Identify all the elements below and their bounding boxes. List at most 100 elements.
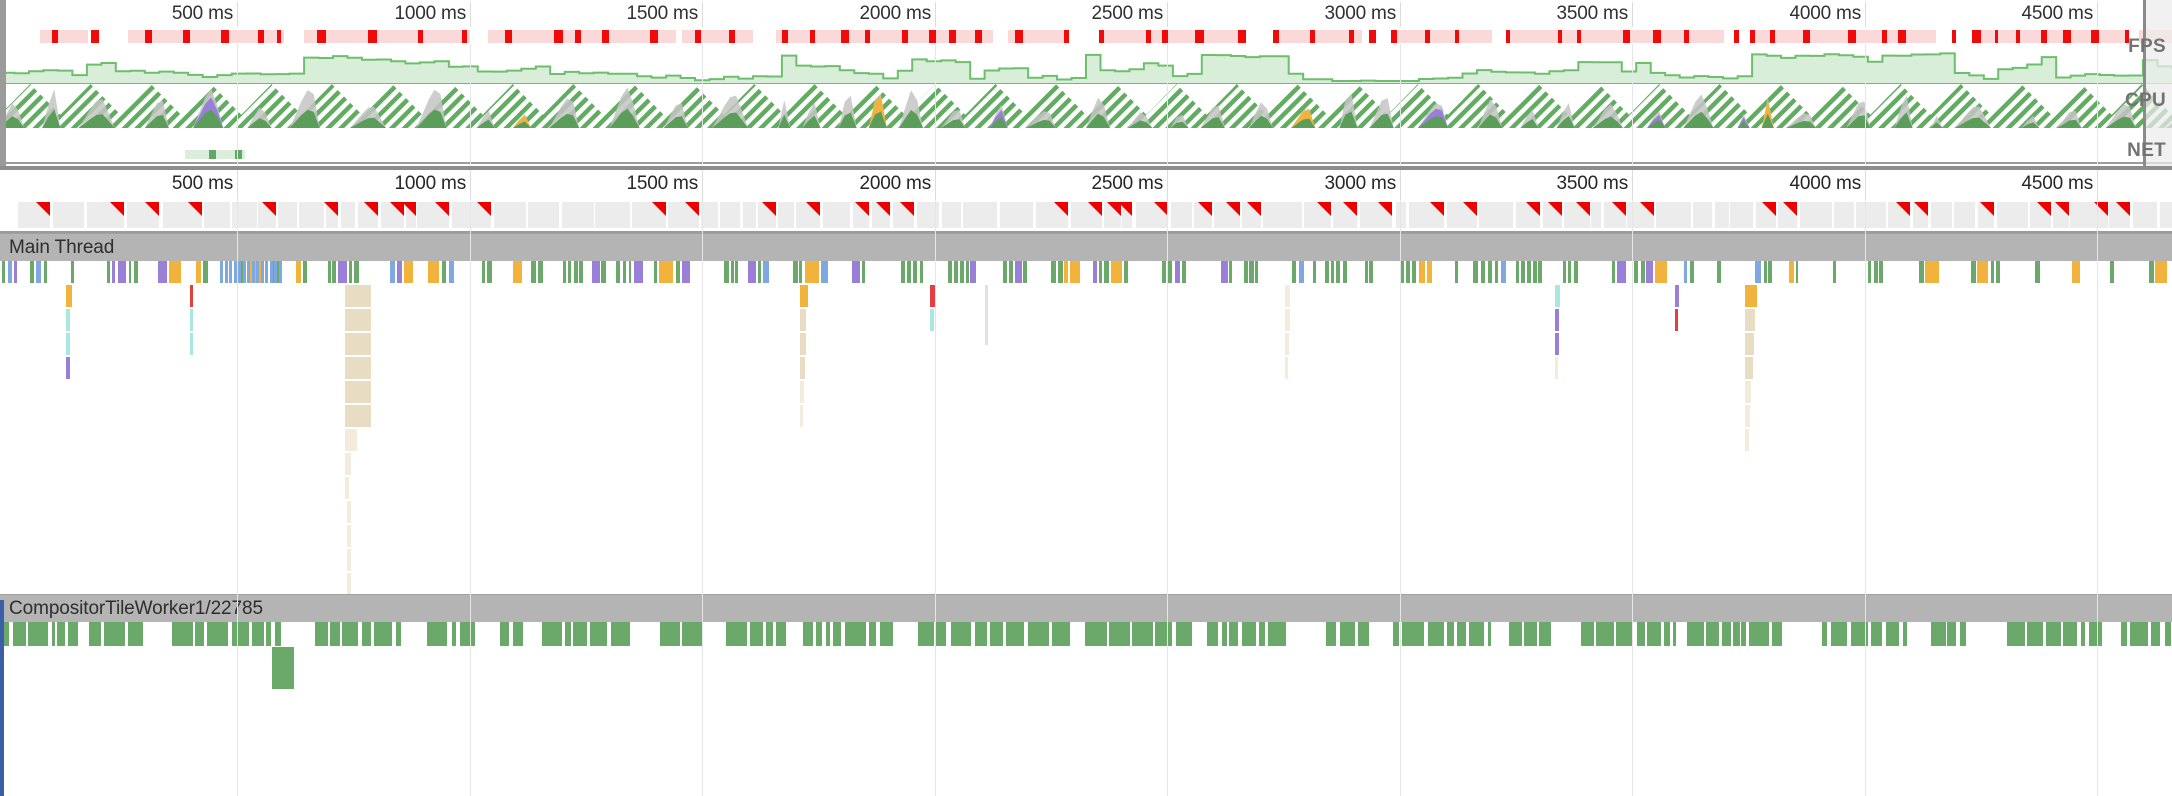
main-task[interactable] <box>1788 261 1794 283</box>
main-task[interactable] <box>169 261 181 283</box>
dropped-frame[interactable] <box>758 202 776 228</box>
main-task[interactable] <box>1527 261 1532 283</box>
raster-task[interactable] <box>1487 622 1492 646</box>
main-task[interactable] <box>965 261 969 283</box>
raster-task[interactable] <box>749 622 763 646</box>
raster-task[interactable] <box>1616 622 1634 646</box>
raster-task[interactable] <box>564 622 572 646</box>
js-frame[interactable] <box>347 549 351 571</box>
raster-task[interactable] <box>1446 622 1455 646</box>
js-frame[interactable] <box>1745 357 1753 379</box>
raster-task[interactable] <box>1155 622 1173 646</box>
main-task[interactable] <box>970 261 977 283</box>
main-task[interactable] <box>1291 261 1297 283</box>
main-task[interactable] <box>2034 261 2040 283</box>
js-frame[interactable] <box>1555 357 1558 379</box>
main-task[interactable] <box>634 261 643 283</box>
dropped-frame[interactable] <box>1359 202 1393 228</box>
raster-task[interactable] <box>427 622 448 646</box>
js-frame[interactable] <box>1745 429 1749 451</box>
raster-task[interactable] <box>776 622 787 646</box>
main-task[interactable] <box>1365 261 1368 283</box>
main-task[interactable] <box>1342 261 1347 283</box>
raster-task[interactable] <box>1457 622 1467 646</box>
main-task[interactable] <box>804 261 819 283</box>
dropped-frame[interactable] <box>1194 202 1213 228</box>
raster-task[interactable] <box>573 622 588 646</box>
main-task[interactable] <box>2109 261 2114 283</box>
parse-html-task[interactable] <box>251 261 255 283</box>
detail-time-ruler[interactable]: 500 ms 1000 ms 1500 ms 2000 ms 2500 ms 3000 m… <box>0 170 2172 200</box>
js-frame[interactable] <box>1285 309 1290 331</box>
parse-html-task[interactable] <box>265 261 268 283</box>
main-task[interactable] <box>1924 261 1939 283</box>
dropped-frame[interactable] <box>2108 202 2130 228</box>
js-frame[interactable] <box>345 333 371 355</box>
main-task[interactable] <box>1405 261 1410 283</box>
frame[interactable] <box>494 202 526 228</box>
main-task[interactable] <box>1611 261 1615 283</box>
dropped-frame[interactable] <box>417 202 450 228</box>
frame[interactable] <box>962 202 998 228</box>
main-task[interactable] <box>1124 261 1129 283</box>
main-task[interactable] <box>1069 261 1080 283</box>
main-task[interactable] <box>2 261 6 283</box>
main-task[interactable] <box>1990 261 1994 283</box>
frame[interactable] <box>527 202 560 228</box>
main-task[interactable] <box>512 261 523 283</box>
dropped-frame[interactable] <box>1135 202 1169 228</box>
raster-task[interactable] <box>1663 622 1670 646</box>
parse-html-task[interactable] <box>220 261 223 283</box>
raster-task[interactable] <box>1772 622 1782 646</box>
raster-task[interactable] <box>1427 622 1445 646</box>
parse-html-task[interactable] <box>229 261 232 283</box>
js-frame[interactable] <box>800 309 806 331</box>
main-task[interactable] <box>1689 261 1694 283</box>
raster-task[interactable] <box>330 622 341 646</box>
main-task[interactable] <box>763 261 770 283</box>
main-task[interactable] <box>1568 261 1572 283</box>
overview-network-chart[interactable] <box>0 128 2172 166</box>
main-task[interactable] <box>1755 261 1762 283</box>
main-task[interactable] <box>1520 261 1526 283</box>
main-task[interactable] <box>821 261 828 283</box>
raster-task[interactable] <box>499 622 510 646</box>
raster-task[interactable] <box>12 622 26 646</box>
main-task[interactable] <box>427 261 440 283</box>
js-frame[interactable] <box>1745 405 1750 427</box>
dropped-frame[interactable] <box>667 202 700 228</box>
main-task[interactable] <box>1832 261 1836 283</box>
parse-html-task[interactable] <box>247 261 250 283</box>
js-frame[interactable] <box>190 333 193 355</box>
raster-task[interactable] <box>1402 622 1425 646</box>
dropped-frame[interactable] <box>2070 202 2108 228</box>
raster-task[interactable] <box>1207 622 1218 646</box>
raster-task[interactable] <box>541 622 563 646</box>
main-task[interactable] <box>1919 261 1924 283</box>
main-task[interactable] <box>920 261 923 283</box>
main-task[interactable] <box>616 261 621 283</box>
main-task[interactable] <box>1487 261 1493 283</box>
raster-task[interactable] <box>275 622 281 646</box>
main-task[interactable] <box>1617 261 1626 283</box>
raster-task[interactable] <box>127 622 143 646</box>
dropped-frame[interactable] <box>1214 202 1240 228</box>
main-task[interactable] <box>913 261 918 283</box>
frame[interactable] <box>1591 202 1602 228</box>
raster-task[interactable] <box>1085 622 1107 646</box>
main-task[interactable] <box>1092 261 1097 283</box>
frame[interactable] <box>1171 202 1193 228</box>
raster-task[interactable] <box>265 622 272 646</box>
raster-task[interactable] <box>195 622 205 646</box>
main-task[interactable] <box>1104 261 1109 283</box>
main-task[interactable] <box>1182 261 1186 283</box>
dropped-frame[interactable] <box>1888 202 1911 228</box>
frame[interactable] <box>594 202 630 228</box>
raster-task[interactable] <box>104 622 125 646</box>
raster-task[interactable] <box>1508 622 1522 646</box>
raster-task[interactable] <box>1393 622 1399 646</box>
raster-task[interactable] <box>2150 622 2161 646</box>
raster-task[interactable] <box>1930 622 1946 646</box>
main-task[interactable] <box>1538 261 1542 283</box>
main-task[interactable] <box>1516 261 1520 283</box>
